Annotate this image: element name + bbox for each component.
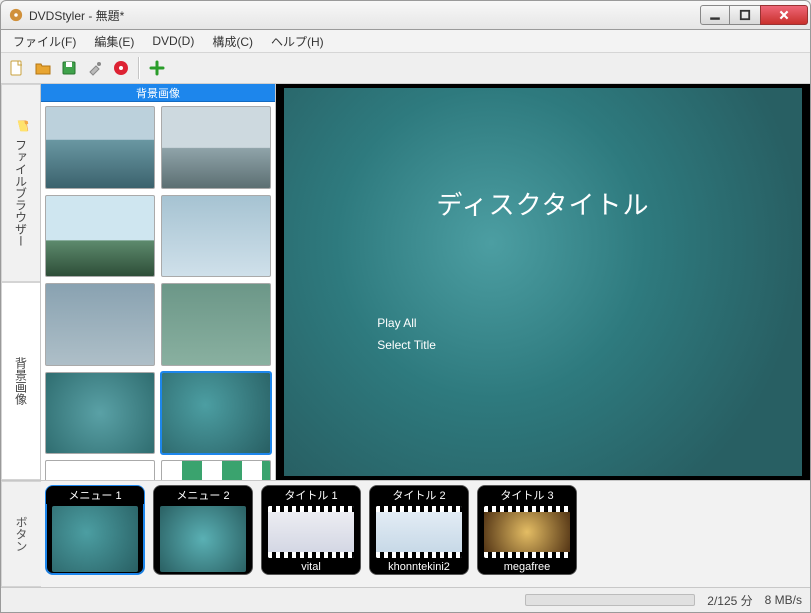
close-button[interactable] bbox=[760, 5, 808, 25]
timeline-menu-1[interactable]: メニュー 1 bbox=[45, 485, 145, 575]
tab-file-browser[interactable]: 📁 ファイルブラウザー bbox=[1, 84, 40, 282]
browser-scroll[interactable] bbox=[41, 102, 275, 480]
maximize-button[interactable] bbox=[730, 5, 760, 25]
statusbar: 2/125 分 8 MB/s bbox=[1, 588, 810, 612]
bg-thumb[interactable] bbox=[161, 106, 271, 189]
timeline-item-label: メニュー 2 bbox=[154, 486, 252, 504]
menu-help[interactable]: ヘルプ(H) bbox=[263, 31, 332, 52]
tab-backgrounds[interactable]: 背景画像 bbox=[1, 282, 40, 480]
menubar: ファイル(F) 編集(E) DVD(D) 構成(C) ヘルプ(H) bbox=[1, 30, 810, 53]
new-button[interactable] bbox=[5, 56, 29, 80]
disc-usage-bar bbox=[525, 594, 695, 606]
app-icon bbox=[9, 8, 23, 22]
timeline-title-1[interactable]: タイトル 1 vital bbox=[261, 485, 361, 575]
bg-thumb[interactable] bbox=[45, 283, 155, 366]
timeline-title-2[interactable]: タイトル 2 khonntekini2 bbox=[369, 485, 469, 575]
menu-edit[interactable]: 編集(E) bbox=[86, 31, 142, 52]
menu-config[interactable]: 構成(C) bbox=[204, 31, 261, 52]
tab-file-browser-label: ファイルブラウザー bbox=[13, 139, 30, 247]
burn-button[interactable] bbox=[109, 56, 133, 80]
minimize-button[interactable] bbox=[700, 5, 730, 25]
timeline-menu-2[interactable]: メニュー 2 bbox=[153, 485, 253, 575]
timeline-title-3[interactable]: タイトル 3 megafree bbox=[477, 485, 577, 575]
status-duration: 2/125 分 bbox=[707, 592, 752, 609]
add-button[interactable] bbox=[145, 56, 169, 80]
tab-buttons[interactable]: ボタン bbox=[1, 481, 41, 587]
disc-title[interactable]: ディスクタイトル bbox=[284, 185, 802, 222]
timeline-thumb bbox=[52, 506, 138, 572]
bg-thumb[interactable] bbox=[45, 372, 155, 455]
toolbar-separator bbox=[138, 57, 140, 79]
timeline-thumb bbox=[160, 506, 246, 572]
menu-item-play-all[interactable]: Play All bbox=[377, 313, 436, 335]
timeline-thumb bbox=[484, 506, 570, 558]
left-side-tabs: 📁 ファイルブラウザー 背景画像 bbox=[1, 84, 41, 480]
timeline-item-label: タイトル 2 bbox=[370, 486, 468, 504]
timeline-item-label: タイトル 3 bbox=[478, 486, 576, 504]
menu-preview[interactable]: ディスクタイトル Play All Select Title bbox=[276, 84, 810, 480]
bg-thumb[interactable] bbox=[45, 106, 155, 189]
bg-thumb[interactable] bbox=[161, 195, 271, 278]
bg-thumb[interactable] bbox=[161, 372, 271, 455]
bg-thumb[interactable] bbox=[161, 460, 271, 480]
menu-dvd[interactable]: DVD(D) bbox=[144, 32, 202, 50]
tab-buttons-label: ボタン bbox=[13, 516, 30, 552]
dvd-menu-canvas[interactable]: ディスクタイトル Play All Select Title bbox=[284, 88, 802, 477]
timeline-item-sublabel: khonntekini2 bbox=[370, 560, 468, 574]
timeline-thumb bbox=[376, 506, 462, 558]
toolbar bbox=[1, 53, 810, 84]
save-button[interactable] bbox=[57, 56, 81, 80]
timeline[interactable]: メニュー 1 メニュー 2 タイトル 1 vital タイトル 2 khonnt… bbox=[41, 481, 810, 587]
folder-icon: 📁 bbox=[14, 119, 29, 133]
menu-file[interactable]: ファイル(F) bbox=[5, 31, 84, 52]
bg-thumb[interactable] bbox=[161, 283, 271, 366]
timeline-item-sublabel: megafree bbox=[478, 560, 576, 574]
browser-header: 背景画像 bbox=[41, 84, 275, 102]
bg-thumb[interactable] bbox=[45, 460, 155, 480]
settings-button[interactable] bbox=[83, 56, 107, 80]
tab-backgrounds-label: 背景画像 bbox=[13, 357, 30, 405]
timeline-item-sublabel: vital bbox=[262, 560, 360, 574]
window-title: DVDStyler - 無題* bbox=[29, 7, 700, 24]
timeline-thumb bbox=[268, 506, 354, 558]
open-button[interactable] bbox=[31, 56, 55, 80]
timeline-item-label: タイトル 1 bbox=[262, 486, 360, 504]
background-browser: 背景画像 bbox=[41, 84, 276, 480]
timeline-item-label: メニュー 1 bbox=[46, 486, 144, 504]
titlebar: DVDStyler - 無題* bbox=[0, 0, 811, 30]
menu-item-select-title[interactable]: Select Title bbox=[377, 335, 436, 357]
status-bitrate: 8 MB/s bbox=[765, 593, 802, 607]
bg-thumb[interactable] bbox=[45, 195, 155, 278]
